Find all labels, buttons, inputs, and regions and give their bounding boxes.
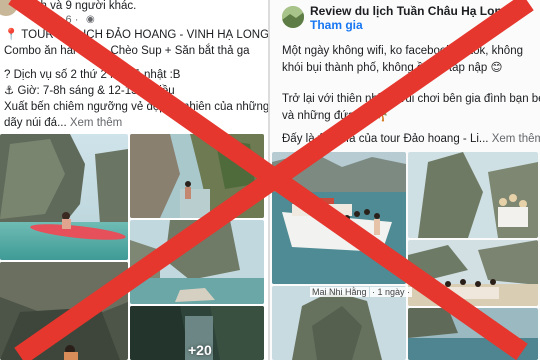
- photo-water[interactable]: [408, 308, 538, 360]
- post-line-5: và những đứa trẻ 🌴: [282, 110, 389, 122]
- post-timestamp[interactable]: · 1 ngày ·: [370, 287, 413, 297]
- photo-cave[interactable]: [0, 262, 128, 360]
- more-photos-count: +20: [188, 342, 212, 358]
- photo-kayak[interactable]: [0, 134, 128, 260]
- post-line-4: ⚓ Giờ: 7-8h sáng & 12-13h chiều: [4, 85, 175, 97]
- more-options-icon[interactable]: •••: [516, 2, 534, 18]
- post-timestamp[interactable]: 9 thg 6 ·: [38, 14, 78, 27]
- avatar[interactable]: [0, 0, 18, 16]
- privacy-icon: ◉: [86, 14, 95, 25]
- group-avatar[interactable]: [282, 6, 304, 28]
- post-line-7-text: Đấy là ý nghĩa của tour Đảo hoang - Li..…: [282, 133, 489, 145]
- post-line-7: Đấy là ý nghĩa của tour Đảo hoang - Li..…: [282, 132, 540, 147]
- post-line-2: Combo ăn hải sản + Chèo Sup + Săn bắt th…: [4, 45, 250, 57]
- post-line-1: Một ngày không wifi, ko facebook, tiktok…: [282, 45, 523, 57]
- post-line-3: ? Dịch vụ số 2 thứ 2 là chủ nhật :B: [4, 69, 181, 81]
- post-line-6: dãy núi đá... Xem thêm: [4, 116, 122, 131]
- photo-bay[interactable]: [130, 220, 264, 304]
- post-author[interactable]: Mai Nhi Hằng: [310, 287, 369, 297]
- boat-sign: VH: [368, 245, 375, 251]
- post-line-4: Trở lại với thiên nhiên, vui chơi bên gi…: [282, 93, 540, 105]
- photo-island[interactable]: [272, 286, 406, 360]
- group-name[interactable]: Review du lịch Tuần Châu Hạ Long: [310, 4, 509, 18]
- see-more-link[interactable]: Xem thêm: [70, 117, 122, 129]
- right-post: Review du lịch Tuần Châu Hạ Long Tham gi…: [270, 0, 540, 360]
- photo-more[interactable]: +20: [130, 306, 264, 360]
- photo-boat[interactable]: VH: [272, 152, 406, 284]
- post-line-5: Xuất bến chiêm ngưỡng vẻ đẹp tự nhiên củ…: [4, 101, 268, 113]
- photo-group-cliff[interactable]: [408, 152, 538, 238]
- join-group-link[interactable]: Tham gia: [310, 18, 363, 32]
- see-more-link[interactable]: Xem thêm: [492, 133, 540, 145]
- left-post: Minh và 9 người khác. 9 thg 6 · ◉ 📍 TOUR…: [0, 0, 268, 360]
- post-reactors[interactable]: Minh và 9 người khác.: [22, 0, 136, 13]
- post-line-1: 📍 TOUR DU LỊCH ĐẢO HOANG - VINH HẠ LONG: [4, 29, 268, 41]
- photo-cliff-person[interactable]: [130, 134, 264, 218]
- post-line-6-text: dãy núi đá...: [4, 117, 67, 129]
- photo-beach-group[interactable]: [408, 240, 538, 306]
- post-line-2: khói bụi thành phố, không ồn ào tấp nập …: [282, 62, 503, 74]
